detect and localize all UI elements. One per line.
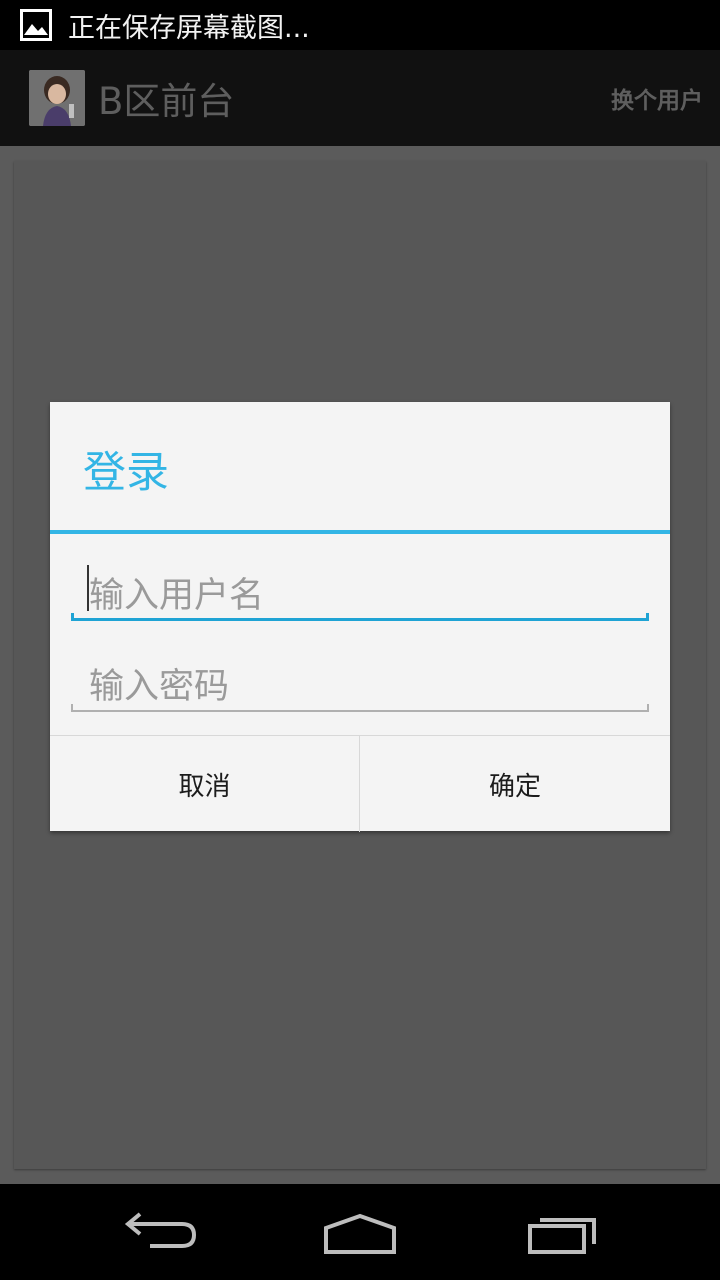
login-dialog: 登录 输入用户名 输入密码 取消 确定 bbox=[50, 402, 670, 832]
username-field[interactable]: 输入用户名 bbox=[71, 557, 649, 621]
password-underline bbox=[71, 710, 649, 712]
avatar-icon bbox=[29, 70, 85, 126]
title-divider bbox=[50, 530, 670, 534]
app-title: B区前台 bbox=[98, 80, 235, 123]
username-underline bbox=[71, 618, 649, 621]
back-icon[interactable] bbox=[110, 1202, 210, 1262]
status-notification-text: 正在保存屏幕截图... bbox=[68, 12, 310, 44]
cancel-button[interactable]: 取消 bbox=[50, 736, 359, 832]
username-placeholder: 输入用户名 bbox=[89, 576, 265, 616]
dialog-button-row: 取消 确定 bbox=[50, 735, 670, 832]
underline-tick bbox=[71, 613, 74, 621]
underline-tick bbox=[646, 613, 649, 621]
underline-tick bbox=[647, 704, 649, 712]
underline-tick bbox=[71, 704, 73, 712]
status-bar: 正在保存屏幕截图... bbox=[0, 0, 720, 50]
switch-user-button[interactable]: 换个用户 bbox=[611, 50, 703, 146]
dialog-title: 登录 bbox=[83, 448, 169, 498]
recent-apps-icon[interactable] bbox=[512, 1202, 612, 1262]
confirm-button[interactable]: 确定 bbox=[360, 736, 670, 832]
image-icon bbox=[20, 9, 52, 41]
password-placeholder: 输入密码 bbox=[89, 667, 230, 707]
avatar[interactable] bbox=[29, 70, 85, 126]
home-icon[interactable] bbox=[310, 1202, 410, 1262]
action-bar: B区前台 换个用户 bbox=[0, 50, 720, 146]
password-field[interactable]: 输入密码 bbox=[71, 648, 649, 712]
navigation-bar bbox=[0, 1184, 720, 1280]
